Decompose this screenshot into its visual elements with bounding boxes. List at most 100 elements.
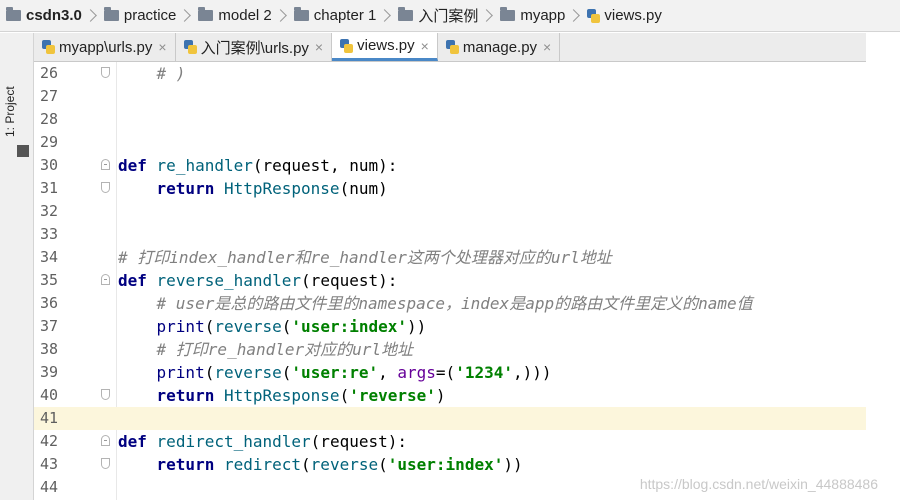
line-number: 29: [40, 133, 59, 151]
code-text: return redirect(reverse('user:index')): [156, 455, 523, 474]
line-number: 43: [40, 455, 59, 473]
line-number: 33: [40, 225, 59, 243]
code-text: # user是总的路由文件里的namespace，index是app的路由文件里…: [156, 294, 753, 313]
breadcrumb-label: chapter 1: [313, 7, 377, 24]
close-icon[interactable]: ×: [543, 39, 551, 55]
line-number: 37: [40, 317, 59, 335]
code-text: print(reverse('user:index')): [156, 317, 427, 336]
code-editor[interactable]: 26 # ) 27 28 29 30 def re_handler(request, nu…: [34, 62, 866, 500]
code-text: return HttpResponse('reverse'): [156, 386, 446, 405]
fold-marker-icon[interactable]: [101, 182, 110, 193]
line-number: 32: [40, 202, 59, 220]
line-number: 35: [40, 271, 59, 289]
line-number: 28: [40, 110, 59, 128]
breadcrumb-item-chapter1[interactable]: chapter 1: [293, 0, 377, 32]
code-line[interactable]: 38 # 打印re_handler对应的url地址: [34, 338, 866, 361]
code-text: def redirect_handler(request):: [118, 432, 407, 451]
breadcrumb-item-views[interactable]: views.py: [587, 0, 662, 32]
breadcrumb-item-practice[interactable]: practice: [103, 0, 177, 32]
code-line[interactable]: 42 def redirect_handler(request):: [34, 430, 866, 453]
code-line[interactable]: 35 def reverse_handler(request):: [34, 269, 866, 292]
breadcrumb-label: myapp: [520, 7, 566, 24]
tab-label: manage.py: [462, 38, 538, 56]
code-text: # 打印re_handler对应的url地址: [156, 340, 414, 359]
folder-icon: [6, 7, 21, 21]
breadcrumb-item-csdn3[interactable]: csdn3.0: [6, 0, 82, 32]
chevron-right-icon: [273, 9, 287, 22]
line-number: 34: [40, 248, 59, 266]
project-folder-icon[interactable]: [17, 145, 29, 157]
code-line[interactable]: 37 print(reverse('user:index')): [34, 315, 866, 338]
folder-icon: [500, 7, 516, 21]
fold-marker-icon[interactable]: [101, 274, 110, 285]
python-file-icon: [183, 40, 197, 54]
chevron-right-icon: [567, 9, 581, 22]
python-file-icon: [340, 38, 354, 53]
code-text: # 打印index_handler和re_handler这两个处理器对应的url…: [118, 248, 612, 267]
project-tool-button[interactable]: 1: Project: [3, 86, 17, 137]
breadcrumb: csdn3.0 practice model 2 chapter 1 入门案例 …: [0, 0, 900, 32]
code-line[interactable]: 32: [34, 200, 866, 223]
code-line[interactable]: 39 print(reverse('user:re', args=('1234'…: [34, 361, 866, 384]
chevron-right-icon: [480, 9, 494, 22]
line-number: 30: [40, 156, 59, 174]
code-line[interactable]: 41: [34, 407, 866, 430]
line-number: 40: [40, 386, 59, 404]
line-number: 39: [40, 363, 59, 381]
breadcrumb-item-myapp[interactable]: myapp: [500, 0, 565, 32]
tab-rumen-urls[interactable]: 入门案例\urls.py ×: [176, 33, 333, 61]
fold-marker-icon[interactable]: [101, 458, 110, 469]
python-file-icon: [42, 40, 55, 54]
line-number: 38: [40, 340, 59, 358]
line-number: 36: [40, 294, 59, 312]
tab-label: views.py: [357, 37, 415, 54]
code-line[interactable]: 27: [34, 85, 866, 108]
tab-label: 入门案例\urls.py: [200, 39, 309, 57]
code-line[interactable]: 28: [34, 108, 866, 131]
code-text: return HttpResponse(num): [156, 179, 388, 198]
watermark: https://blog.csdn.net/weixin_44888486: [639, 476, 878, 492]
breadcrumb-label: 入门案例: [418, 8, 479, 25]
close-icon[interactable]: ×: [158, 39, 166, 55]
folder-icon: [198, 7, 214, 21]
folder-icon: [398, 7, 414, 21]
close-icon[interactable]: ×: [421, 38, 429, 54]
line-number: 44: [40, 478, 59, 496]
tool-window-strip: 1: Project: [0, 33, 34, 500]
line-number: 27: [40, 87, 59, 105]
code-text: # ): [156, 64, 186, 83]
chevron-right-icon: [378, 9, 392, 22]
tab-myapp-urls[interactable]: myapp\urls.py ×: [34, 33, 176, 61]
code-text: def re_handler(request, num):: [118, 156, 398, 175]
tab-views[interactable]: views.py ×: [332, 33, 438, 61]
code-line[interactable]: 34 # 打印index_handler和re_handler这两个处理器对应的u…: [34, 246, 866, 269]
tab-manage[interactable]: manage.py ×: [438, 33, 561, 61]
code-text: def reverse_handler(request):: [118, 271, 398, 290]
line-number: 31: [40, 179, 59, 197]
editor-tabs: myapp\urls.py × 入门案例\urls.py × views.py × m…: [34, 33, 866, 62]
chevron-right-icon: [84, 9, 97, 22]
fold-marker-icon[interactable]: [101, 389, 110, 400]
code-line[interactable]: 43 return redirect(reverse('user:index')…: [34, 453, 866, 476]
close-icon[interactable]: ×: [315, 39, 323, 55]
code-line[interactable]: 36 # user是总的路由文件里的namespace，index是app的路由…: [34, 292, 866, 315]
python-file-icon: [587, 8, 601, 23]
breadcrumb-label: csdn3.0: [26, 7, 82, 24]
code-line[interactable]: 29: [34, 131, 866, 154]
editor-right-margin: [866, 33, 900, 500]
fold-marker-icon[interactable]: [101, 435, 110, 446]
breadcrumb-label: views.py: [604, 7, 662, 24]
code-line[interactable]: 30 def re_handler(request, num):: [34, 154, 866, 177]
breadcrumb-item-rumen[interactable]: 入门案例: [398, 0, 478, 32]
breadcrumb-label: practice: [123, 7, 177, 24]
code-line[interactable]: 26 # ): [34, 62, 866, 85]
fold-marker-icon[interactable]: [101, 159, 110, 170]
code-line[interactable]: 40 return HttpResponse('reverse'): [34, 384, 866, 407]
code-line[interactable]: 31 return HttpResponse(num): [34, 177, 866, 200]
code-line[interactable]: 33: [34, 223, 866, 246]
folder-icon: [103, 7, 119, 21]
fold-marker-icon[interactable]: [101, 67, 110, 78]
code-text: print(reverse('user:re', args=('1234',))…: [156, 363, 552, 382]
folder-icon: [293, 7, 309, 21]
breadcrumb-item-model2[interactable]: model 2: [198, 0, 272, 32]
